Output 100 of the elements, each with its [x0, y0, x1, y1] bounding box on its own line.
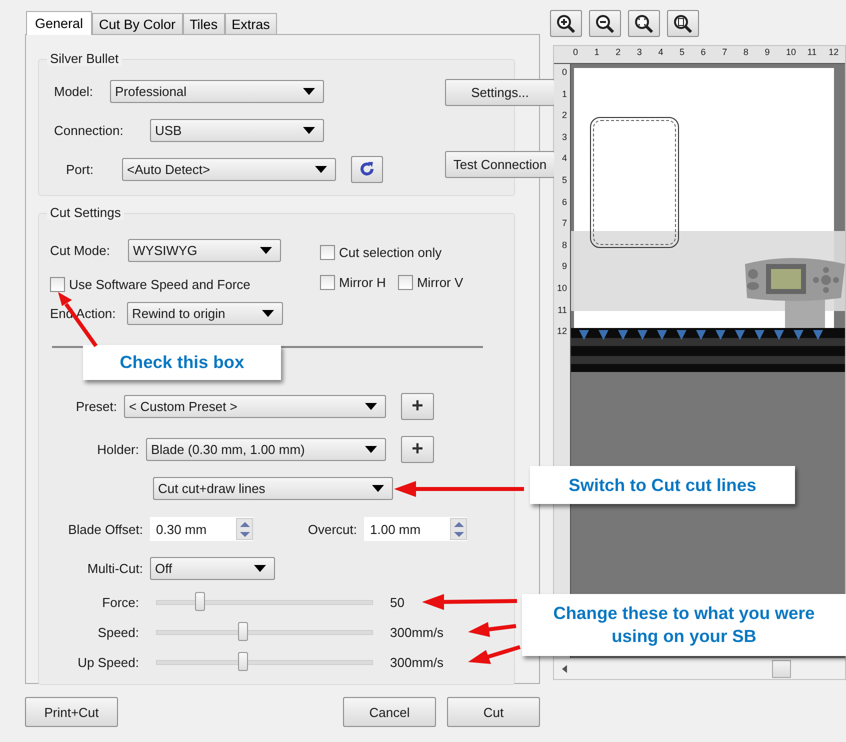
ruler-number: 0	[573, 47, 578, 57]
field-label: Overcut:	[306, 522, 358, 536]
caret-icon	[303, 88, 315, 94]
horizontal-scrollbar[interactable]	[554, 658, 845, 679]
group-title: Silver Bullet	[47, 51, 122, 66]
test-connection-button[interactable]: Test Connection	[445, 151, 555, 178]
settings-button[interactable]: Settings...	[445, 79, 555, 106]
ruler-number: 4	[562, 153, 567, 164]
checkbox[interactable]	[50, 276, 65, 292]
cut-button[interactable]: Cut	[447, 697, 540, 727]
ruler-number: 2	[562, 110, 567, 120]
caret-icon	[372, 484, 384, 492]
annotation-arrow	[468, 645, 521, 664]
add-button[interactable]: +	[401, 392, 434, 420]
line-mode-dropdown[interactable]: Cut cut+draw lines	[153, 476, 393, 500]
checkbox[interactable]	[320, 274, 335, 290]
zoom-out-button[interactable]	[589, 10, 621, 37]
checkbox-label: Cut selection only	[339, 244, 442, 260]
refresh-button[interactable]	[351, 156, 383, 182]
model-dropdown[interactable]: Professional	[110, 80, 324, 102]
rounded-rectangle-shape[interactable]	[590, 117, 679, 248]
ruler-number: 6	[700, 47, 706, 57]
overcut-field[interactable]: 1.00 mm	[364, 517, 467, 541]
slider-label: Force:	[101, 594, 140, 610]
holder-dropdown[interactable]: Blade (0.30 mm, 1.00 mm)	[146, 438, 386, 460]
callout-note: Change these to what you were using on your SB	[522, 594, 846, 656]
add-button[interactable]: +	[401, 436, 434, 462]
ruler-number: 10	[556, 283, 567, 293]
field-label: Connection:	[54, 122, 124, 138]
zoom-page-icon	[673, 14, 693, 34]
ruler-number: 7	[722, 47, 728, 57]
end-action-dropdown[interactable]: Rewind to origin	[127, 302, 283, 324]
scroll-thumb[interactable]	[772, 660, 791, 678]
zoom-fit-icon	[634, 14, 654, 34]
field-label: Multi-Cut:	[86, 560, 144, 576]
ruler-number: 5	[562, 175, 567, 185]
checkbox-label: Mirror H	[339, 274, 386, 290]
zoom-in-icon	[556, 14, 576, 34]
slider-label: Speed:	[96, 624, 140, 640]
blade-offset-field[interactable]: 0.30 mm	[150, 517, 253, 541]
scroll-left-icon	[562, 665, 567, 673]
field-label: Holder:	[96, 442, 140, 456]
connection-dropdown[interactable]: USB	[150, 118, 324, 142]
ruler-number: 11	[807, 47, 817, 57]
ruler-number: 11	[558, 304, 567, 315]
group-title: Cut Settings	[47, 205, 124, 220]
checkbox[interactable]	[398, 274, 413, 290]
cut-mode-dropdown[interactable]: WYSIWYG	[128, 238, 281, 262]
caret-icon	[365, 446, 377, 452]
slider-thumb[interactable]	[238, 652, 248, 670]
ruler-number: 1	[562, 88, 567, 99]
caret-icon	[260, 246, 272, 254]
ruler-number: 3	[562, 132, 567, 142]
caret-icon	[303, 126, 315, 134]
preset-dropdown[interactable]: < Custom Preset >	[124, 394, 386, 418]
print-cut-button[interactable]: Print+Cut	[25, 697, 118, 727]
tab[interactable]: Cut By Color	[92, 13, 183, 34]
callout-note: Switch to Cut cut lines	[530, 466, 795, 504]
ruler-number: 8	[743, 47, 748, 57]
field-label: Blade Offset:	[67, 522, 144, 536]
ruler-number: 5	[680, 47, 685, 57]
tab[interactable]: Tiles	[182, 13, 225, 34]
ruler-number: 4	[658, 47, 664, 57]
checkbox[interactable]	[320, 244, 335, 260]
multi-cut-dropdown[interactable]: Off	[150, 556, 275, 580]
refresh-icon	[358, 160, 376, 178]
field-label: Model:	[54, 84, 94, 98]
port-dropdown[interactable]: <Auto Detect>	[122, 158, 336, 180]
ruler-number: 6	[562, 196, 567, 207]
ruler-number: 12	[828, 47, 839, 57]
ruler-number: 0	[562, 67, 567, 77]
zoom-out-icon	[595, 14, 615, 34]
ruler-number: 3	[636, 47, 642, 57]
slider-label: Up Speed:	[76, 654, 140, 670]
zoom-in-button[interactable]	[550, 10, 582, 37]
caret-icon	[262, 310, 274, 316]
checkbox-label: Use Software Speed and Force	[69, 276, 250, 292]
ruler-number: 1	[594, 47, 600, 57]
ruler-number: 2	[616, 47, 621, 57]
field-label: Port:	[65, 162, 94, 176]
slider-reading: 300mm/s	[390, 654, 444, 670]
slider-thumb[interactable]	[238, 622, 248, 640]
tab[interactable]: General	[26, 11, 92, 35]
callout-note: Check this box	[83, 345, 281, 380]
zoom-fit-button[interactable]	[628, 10, 660, 37]
ruler-number: 7	[562, 218, 567, 228]
spinner-arrows-icon	[450, 518, 467, 540]
caret-icon	[365, 402, 377, 410]
field-label: Cut Mode:	[50, 242, 111, 258]
field-label: Preset:	[74, 398, 118, 414]
tab[interactable]: Extras	[224, 13, 277, 34]
ruler-number: 9	[764, 47, 770, 57]
cancel-button[interactable]: Cancel	[343, 697, 436, 727]
caret-icon	[254, 564, 266, 572]
zoom-page-button[interactable]	[667, 10, 699, 37]
slider-thumb[interactable]	[195, 592, 205, 610]
caret-icon	[315, 166, 327, 172]
slider-reading: 50	[390, 594, 404, 610]
checkbox-label: Mirror V	[416, 274, 464, 290]
slider-reading: 300mm/s	[390, 624, 444, 640]
